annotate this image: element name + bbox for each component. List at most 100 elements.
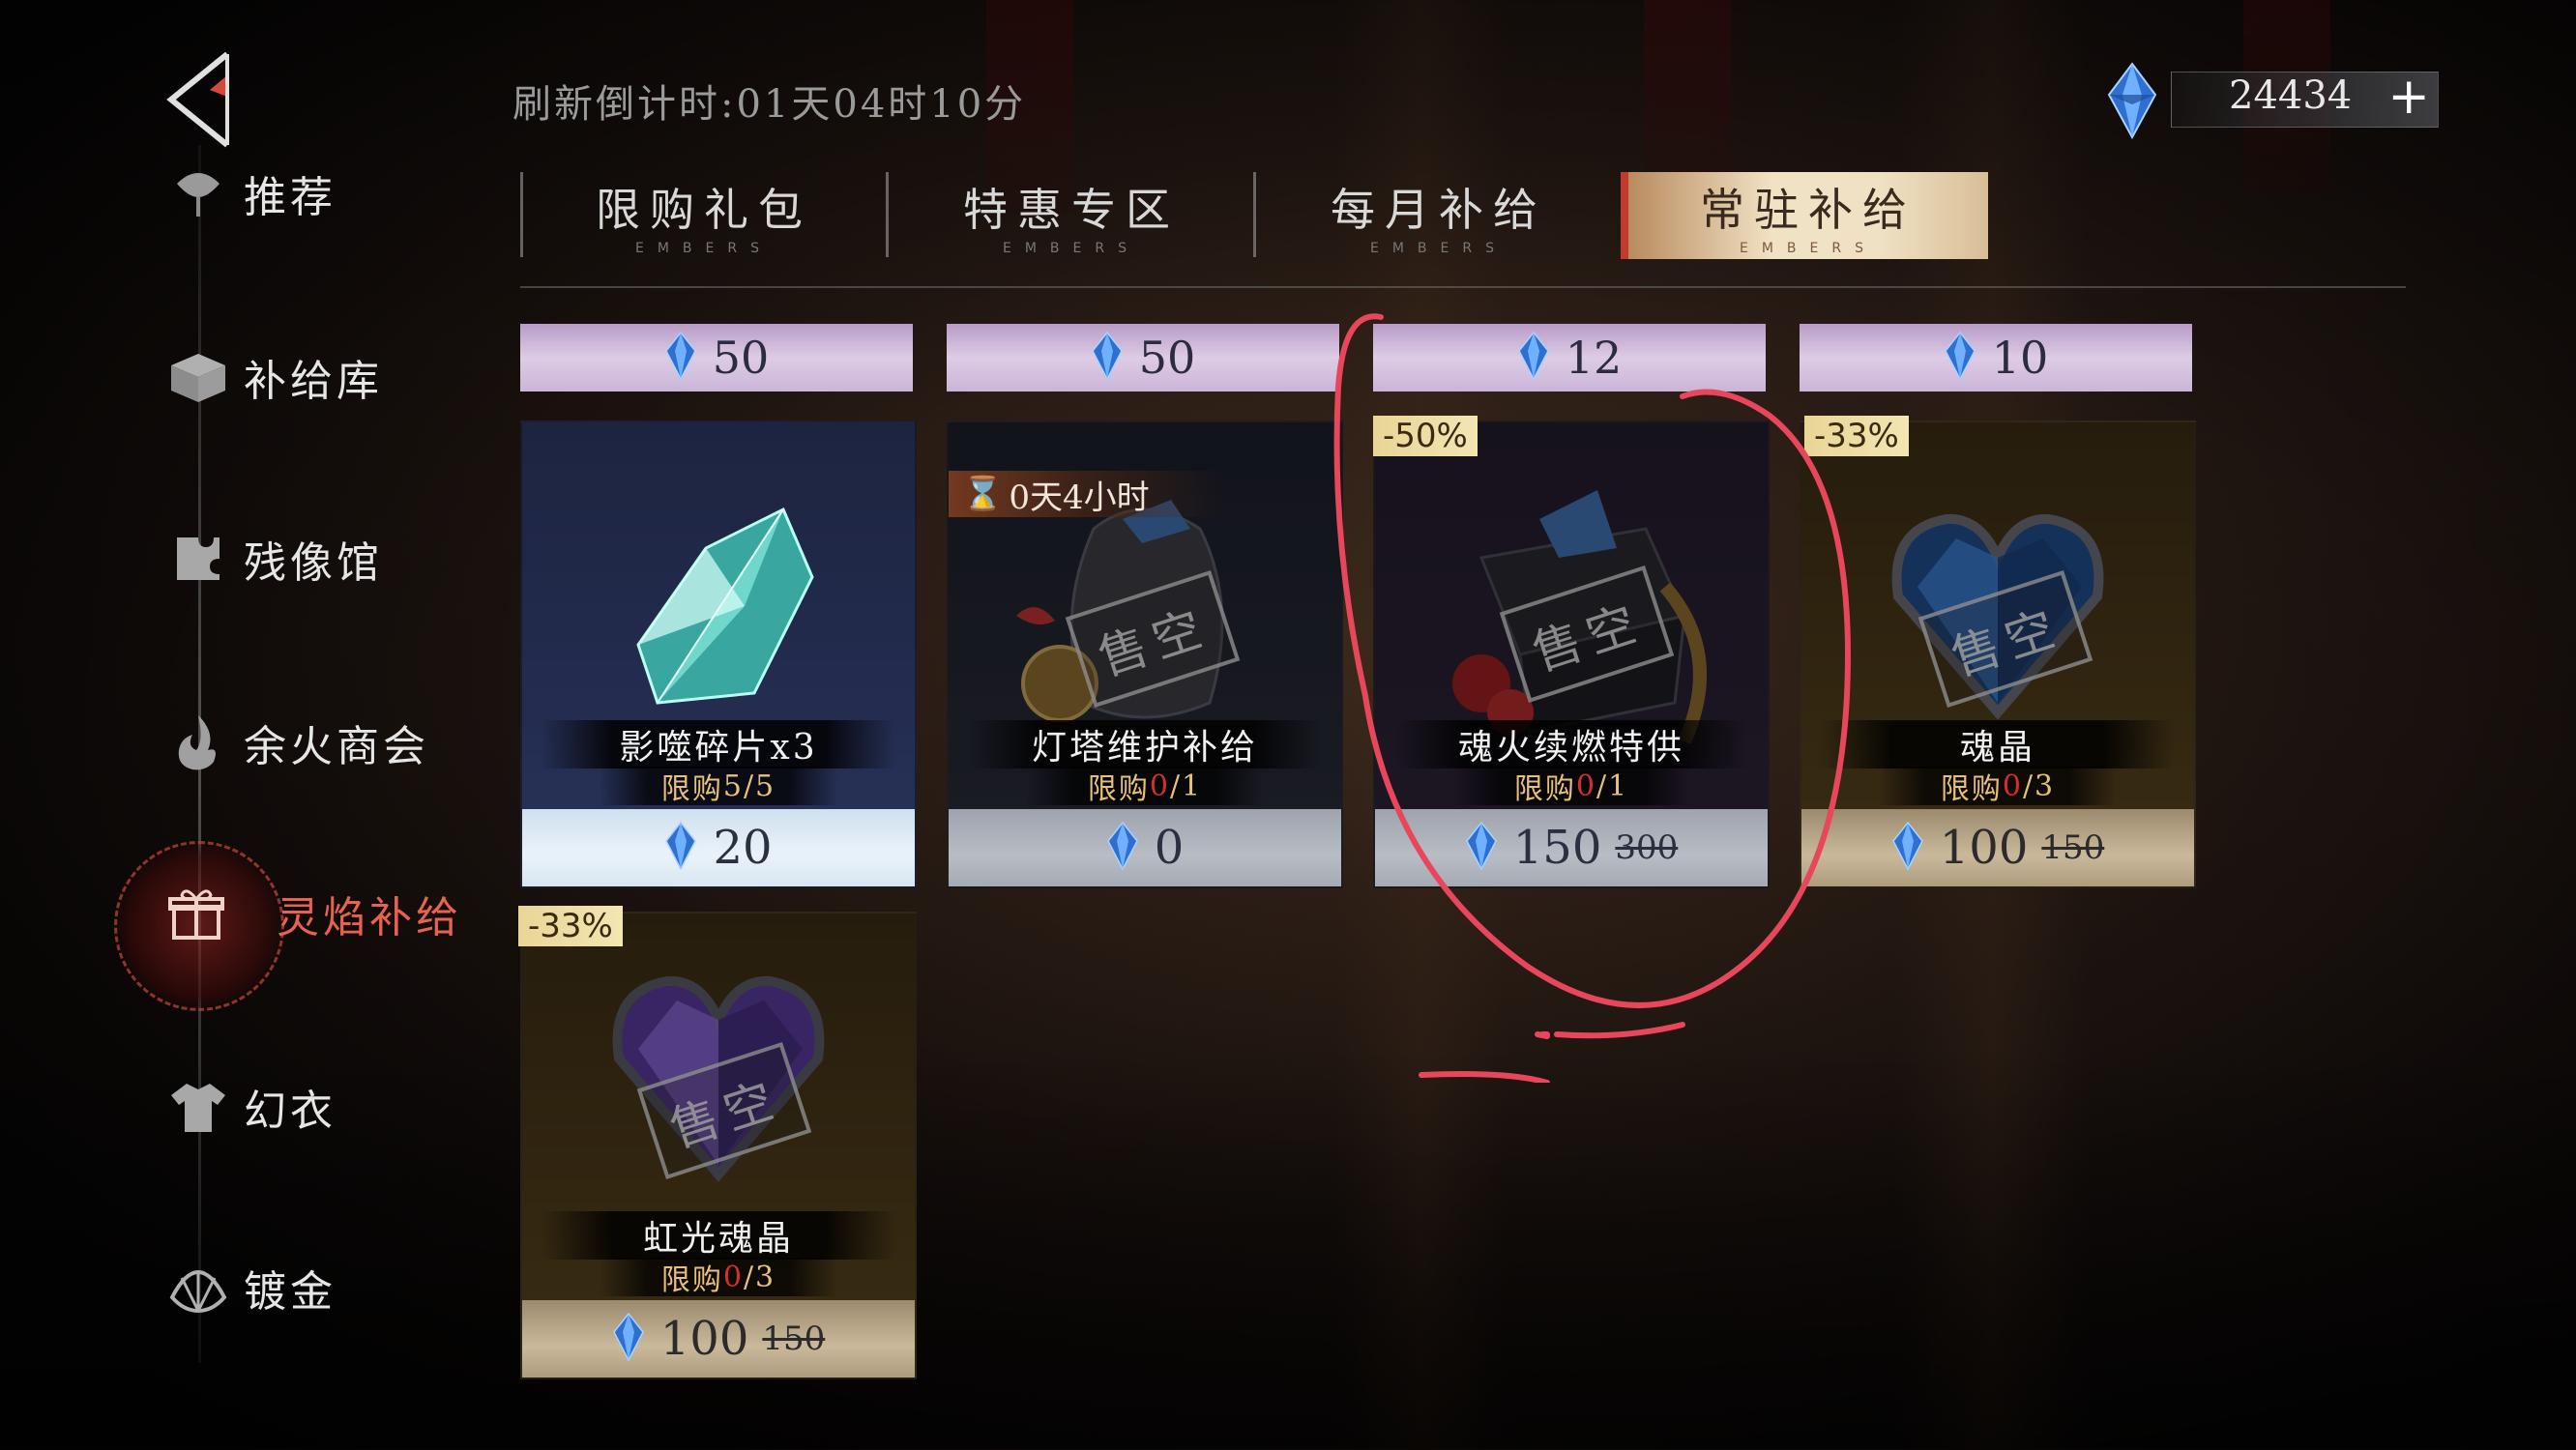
limit-total: /1 [1595, 768, 1629, 803]
currency-display: 24434 + [2103, 62, 2442, 140]
original-price: 300 [1615, 828, 1679, 867]
shop-item-card[interactable]: 售空 ⌛ 0天4小时 灯塔维护补给 限购 0/1 0 [947, 420, 1343, 888]
sidebar-item-label: 补给库 [244, 357, 383, 406]
price-footer[interactable]: 100 150 [522, 1300, 915, 1378]
sold-out-stamp: 售空 [1917, 569, 2093, 709]
price-strip[interactable]: 50 [520, 324, 913, 392]
back-arrow-icon [166, 51, 229, 148]
price-value: 10 [1991, 332, 2049, 384]
shell-icon [164, 1254, 232, 1321]
original-price: 150 [2041, 828, 2105, 867]
sidebar-item-ember-guild[interactable]: 余火商会 [164, 704, 429, 781]
sidebar-item-costume[interactable]: 幻衣 [164, 1068, 337, 1146]
tab-label: 每月补给 [1331, 184, 1547, 236]
price-footer[interactable]: 20 [522, 809, 915, 886]
shop-item-card[interactable]: 售空 魂晶 限购 0/3 100 150 [1800, 420, 2196, 888]
background-banner [1644, 0, 1731, 193]
shop-tabs: 限购礼包 EMBERS 特惠专区 EMBERS 每月补给 EMBERS 常驻补给… [520, 172, 2406, 288]
price-footer[interactable]: 150 300 [1375, 809, 1768, 886]
sidebar-item-supply-depot[interactable]: 补给库 [164, 338, 383, 416]
item-name: 魂火续燃特供 [1394, 720, 1748, 768]
tabs-underline [520, 286, 2406, 288]
limit-used: 0 [1149, 768, 1170, 803]
limit-total: /5 [743, 768, 776, 803]
background-floor [0, 1044, 2576, 1450]
tab-sublabel: EMBERS [1370, 241, 1508, 256]
limit-prefix: 限购 [1513, 772, 1576, 806]
timer-text: 0天4小时 [1009, 478, 1150, 517]
limit-used: 5 [722, 768, 744, 803]
blue-crystal-gem-icon [1891, 821, 1924, 874]
sidebar-item-afterimage-hall[interactable]: 残像馆 [164, 520, 383, 597]
limit-prefix: 限购 [660, 1263, 723, 1297]
flame-swirl-icon [164, 709, 232, 776]
discount-badge: -50% [1373, 416, 1478, 456]
tab-label: 特惠专区 [963, 184, 1180, 236]
item-name: 魂晶 [1821, 720, 2175, 768]
gift-icon [162, 880, 230, 947]
purchase-limit: 限购 0/3 [600, 1258, 837, 1297]
shop-item-card[interactable]: 售空 虹光魂晶 限购 0/3 100 150 [520, 912, 917, 1379]
back-button[interactable] [160, 46, 247, 153]
limit-used: 0 [722, 1260, 744, 1294]
item-name: 虹光魂晶 [542, 1211, 895, 1260]
shop-item-card[interactable]: 售空 魂火续燃特供 限购 0/1 150 300 [1373, 420, 1770, 888]
crate-icon [164, 343, 232, 411]
discount-badge: -33% [518, 906, 623, 946]
item-name: 灯塔维护补给 [968, 720, 1322, 768]
purchase-limit: 限购 0/1 [1452, 767, 1690, 806]
price-value: 12 [1565, 332, 1623, 384]
sidebar-item-label: 残像馆 [244, 538, 383, 588]
limit-used: 0 [2002, 768, 2023, 803]
blue-crystal-gem-icon [664, 331, 697, 384]
tab-permanent-supply[interactable]: 常驻补给 EMBERS [1621, 172, 1988, 259]
price-value: 150 [1512, 821, 1602, 875]
blue-crystal-gem-icon [1944, 331, 1976, 384]
sidebar-item-label: 灵焰补给 [277, 893, 462, 942]
limit-used: 0 [1575, 768, 1596, 803]
blue-crystal-gem-icon [1106, 821, 1139, 874]
sidebar-item-recommend[interactable]: 推荐 [164, 155, 337, 232]
sidebar-item-label: 推荐 [244, 173, 337, 222]
blue-crystal-gem-icon [664, 821, 697, 874]
shirt-icon [164, 1073, 232, 1141]
tab-limited-pack[interactable]: 限购礼包 EMBERS [520, 172, 888, 259]
price-footer[interactable]: 100 150 [1801, 809, 2194, 886]
currency-amount: 24434 [2229, 73, 2353, 118]
refresh-countdown: 刷新倒计时:01天04时10分 [512, 82, 1027, 127]
hourglass-icon: ⌛ [962, 475, 1004, 513]
price-value: 50 [1138, 332, 1196, 384]
price-value: 0 [1154, 821, 1185, 875]
sidebar-item-label: 幻衣 [244, 1087, 337, 1136]
blue-crystal-gem-icon [2103, 62, 2161, 143]
item-name: 影噬碎片x3 [542, 720, 895, 768]
limit-prefix: 限购 [660, 772, 723, 806]
sidebar-item-label: 余火商会 [244, 722, 429, 771]
price-footer[interactable]: 0 [949, 809, 1341, 886]
price-value: 100 [1939, 821, 2029, 875]
tab-monthly-supply[interactable]: 每月补给 EMBERS [1255, 172, 1623, 259]
puzzle-icon [164, 525, 232, 593]
lamp-icon [164, 160, 232, 227]
add-currency-button[interactable]: + [2387, 72, 2430, 122]
purchase-limit: 限购 5/5 [600, 767, 837, 806]
tab-label: 限购礼包 [596, 184, 812, 236]
blue-crystal-gem-icon [612, 1312, 645, 1365]
sold-out-stamp: 售空 [636, 1041, 812, 1180]
purchase-limit: 限购 0/1 [1026, 767, 1264, 806]
purchase-limit: 限购 0/3 [1879, 767, 2117, 806]
blue-crystal-gem-icon [1465, 821, 1498, 874]
tab-sublabel: EMBERS [635, 241, 773, 256]
tab-special-offers[interactable]: 特惠专区 EMBERS [888, 172, 1255, 259]
price-strip[interactable]: 10 [1800, 324, 2192, 392]
price-value: 100 [659, 1312, 749, 1366]
price-strip[interactable]: 12 [1373, 324, 1766, 392]
price-strip[interactable]: 50 [947, 324, 1339, 392]
shop-item-card[interactable]: 影噬碎片x3 限购 5/5 20 [520, 420, 917, 888]
time-remaining: ⌛ 0天4小时 [949, 471, 1223, 517]
limit-prefix: 限购 [1087, 772, 1150, 806]
annotation-tail [1419, 1031, 1550, 1083]
sidebar-item-gilding[interactable]: 镀金 [164, 1249, 337, 1326]
sidebar-item-spirit-flame-supply[interactable]: 灵焰补给 [162, 875, 462, 952]
sidebar-item-label: 镀金 [244, 1267, 337, 1317]
